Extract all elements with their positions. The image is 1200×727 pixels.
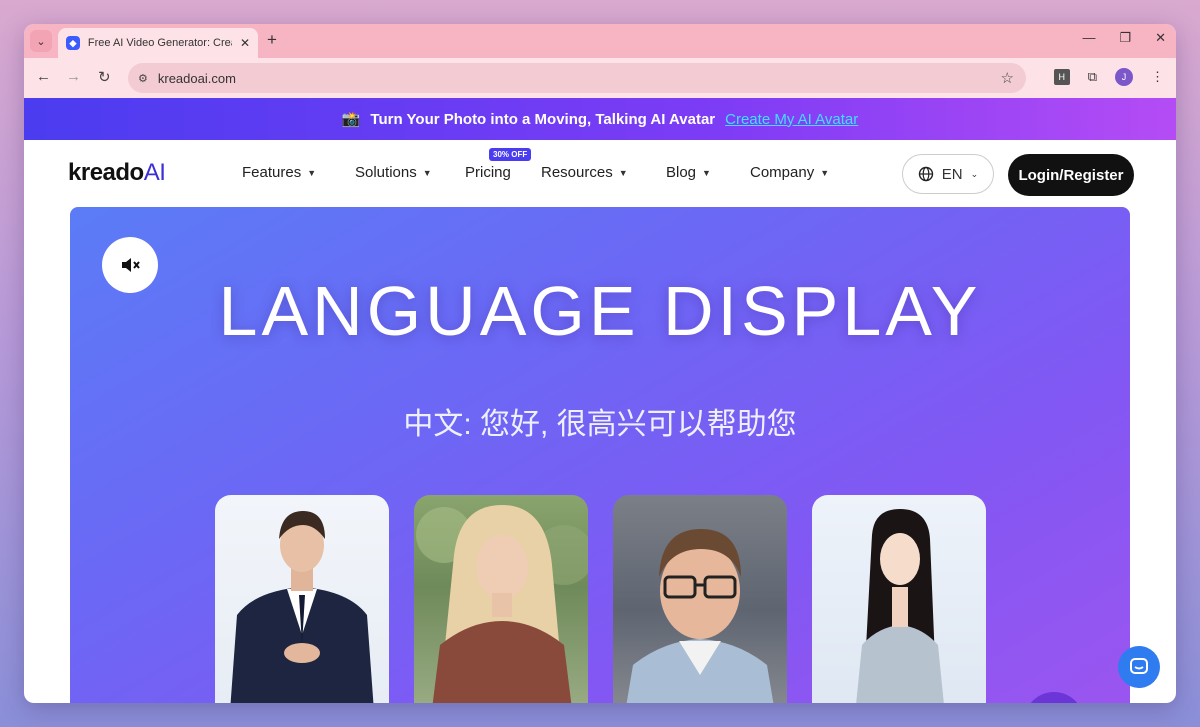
menu-resources[interactable]: Resources ▼ [541, 164, 666, 181]
close-tab-icon[interactable]: ✕ [240, 36, 250, 50]
login-register-button[interactable]: Login/Register [1008, 154, 1134, 196]
language-selector[interactable]: EN ⌄ [902, 154, 994, 194]
minimize-icon[interactable]: — [1082, 30, 1095, 46]
tab-title: Free AI Video Generator: Create [87, 37, 232, 49]
hero-title: LANGUAGE DISPLAY [218, 272, 982, 350]
menu-label: Features [242, 164, 302, 181]
window-controls: — ❐ ✕ [1082, 30, 1166, 46]
chevron-down-icon: ▼ [702, 167, 711, 178]
new-tab-button[interactable]: + [267, 30, 277, 50]
menu-solutions[interactable]: Solutions ▼ [355, 164, 465, 181]
url-text: kreadoai.com [157, 70, 236, 86]
profile-avatar[interactable]: J [1115, 68, 1133, 86]
address-bar[interactable]: ⚙ kreadoai.com ☆ [128, 63, 1026, 93]
menu-kebab-icon[interactable]: ⋮ [1151, 69, 1164, 85]
promo-banner: 📸 Turn Your Photo into a Moving, Talking… [24, 98, 1176, 140]
create-avatar-link[interactable]: Create My AI Avatar [725, 111, 858, 128]
dark-haired-woman-image [856, 509, 944, 703]
forward-icon[interactable]: → [66, 68, 81, 85]
avatar-card-man-glasses[interactable] [613, 495, 787, 703]
menu-label: Company [750, 164, 815, 181]
globe-icon [918, 166, 933, 182]
man-in-suit-image [230, 511, 374, 703]
browser-window: ⌄ ◆ Free AI Video Generator: Create ✕ + … [24, 24, 1176, 703]
banner-text: Turn Your Photo into a Moving, Talking A… [370, 110, 716, 128]
chevron-down-icon: ▼ [422, 167, 432, 178]
avatar-card-man-suit[interactable] [215, 495, 389, 703]
kreado-favicon-icon: ◆ [66, 36, 80, 50]
avatar-card-woman-blonde[interactable] [414, 495, 588, 703]
site-info-icon[interactable]: ⚙ [138, 72, 148, 85]
logo-text: kreado [68, 159, 144, 186]
back-icon[interactable]: ← [36, 68, 51, 85]
chevron-down-icon: ▼ [820, 167, 830, 178]
discount-badge: 30% OFF [489, 148, 532, 161]
chat-icon [1130, 658, 1148, 674]
menu-blog[interactable]: Blog ▼ [666, 164, 750, 181]
menu-label: Resources [541, 164, 613, 181]
avatar-cards [215, 495, 986, 703]
chat-support-button[interactable] [1118, 646, 1160, 688]
chevron-down-icon: ▼ [618, 167, 628, 178]
bookmark-star-icon[interactable]: ☆ [1001, 69, 1014, 87]
tab-search-button[interactable]: ⌄ [30, 30, 52, 52]
tab-strip: ⌄ ◆ Free AI Video Generator: Create ✕ + … [24, 24, 1176, 58]
extension-h-icon[interactable]: H [1053, 69, 1070, 85]
site-header: kreadoAI Features ▼ Solutions ▼ 30% OFF Pr… [24, 140, 1176, 208]
blonde-woman-image [416, 505, 588, 703]
toolbar-right: H ⧉ J ⋮ [1053, 68, 1164, 86]
main-menu: Features ▼ Solutions ▼ 30% OFF Pricing Res… [242, 148, 850, 181]
reload-icon[interactable]: ↻ [98, 68, 111, 86]
hero-section: LANGUAGE DISPLAY 中文: 您好, 很高兴可以帮助您 [70, 207, 1130, 703]
menu-label: Solutions [355, 164, 417, 181]
avatar-card-woman-dark-hair[interactable] [812, 495, 986, 703]
kreado-logo[interactable]: kreadoAI [68, 159, 166, 187]
restore-icon[interactable]: ❐ [1119, 30, 1131, 46]
chevron-down-icon: ▼ [307, 167, 317, 178]
hero-subtitle: 中文: 您好, 很高兴可以帮助您 [403, 408, 797, 441]
menu-label: Pricing [465, 164, 511, 181]
browser-tab[interactable]: ◆ Free AI Video Generator: Create ✕ [58, 28, 258, 58]
logo-ai-text: AI [143, 159, 166, 186]
menu-label: Blog [666, 164, 697, 181]
menu-company[interactable]: Company ▼ [750, 164, 850, 181]
language-label: EN [941, 165, 963, 183]
chevron-down-icon: ⌄ [970, 168, 979, 179]
extensions-icon[interactable]: ⧉ [1088, 69, 1097, 85]
close-window-icon[interactable]: ✕ [1155, 30, 1166, 46]
menu-pricing[interactable]: 30% OFF Pricing [465, 148, 541, 181]
menu-features[interactable]: Features ▼ [242, 164, 355, 181]
browser-toolbar: ← → ↻ ⚙ kreadoai.com ☆ H ⧉ J ⋮ [24, 58, 1176, 98]
man-with-glasses-image [626, 529, 774, 703]
camera-emoji-icon: 📸 [341, 111, 361, 128]
